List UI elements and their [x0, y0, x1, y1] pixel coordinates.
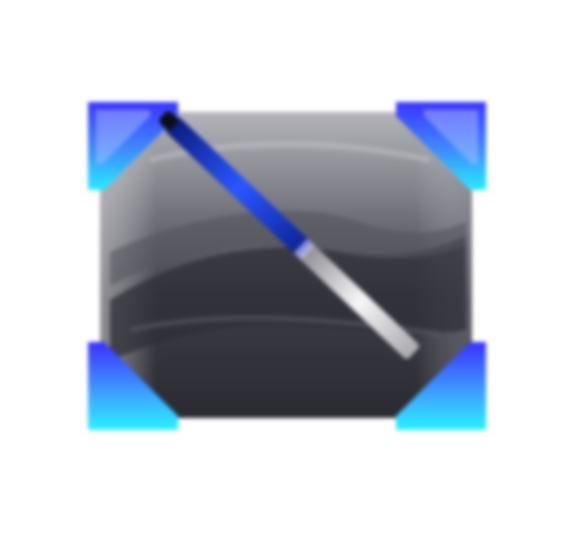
canvas	[0, 0, 579, 543]
screen-body	[100, 112, 472, 418]
screen-edit-icon	[88, 102, 486, 430]
